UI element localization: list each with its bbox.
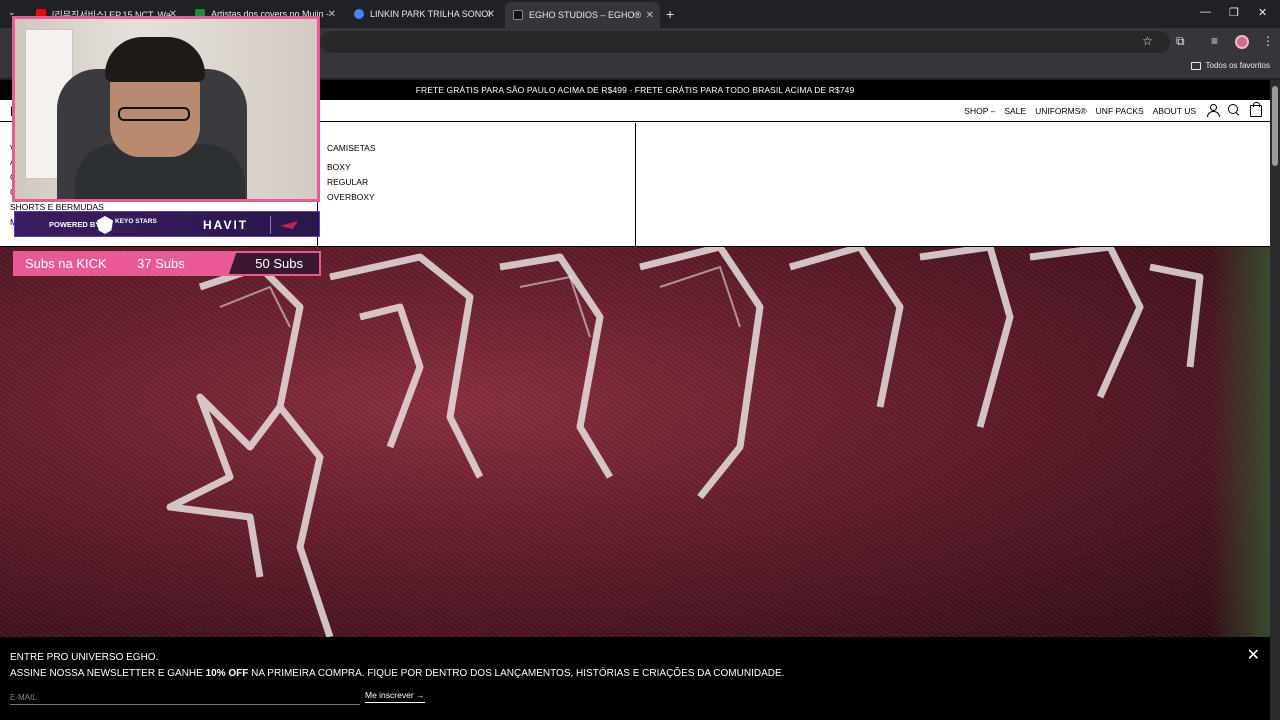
menu-icon[interactable]: ⋮ [1262,34,1274,48]
mega-menu-column-camisetas: CAMISETAS BOXY REGULAR OVERBOXY [318,123,636,247]
subs-current: 37 Subs [137,256,185,271]
media-control-icon[interactable]: ≡ [1211,34,1218,48]
hero-print-graphic [166,247,1204,639]
menu-item-boxy[interactable]: BOXY [327,162,351,172]
main-nav: SHOP – SALE UNIFORMS® UNF PACKS ABOUT US [964,106,1196,116]
newsletter-discount: 10% OFF [205,668,249,679]
havit-logo: HAVIT [203,218,249,232]
nav-shop[interactable]: SHOP – [964,106,995,116]
nav-uniforms[interactable]: UNIFORMS® [1035,106,1087,116]
newsletter-title: ENTRE PRO UNIVERSO EGHO. [10,652,159,663]
nav-about-us[interactable]: ABOUT US [1153,106,1196,116]
cart-icon[interactable] [1250,102,1262,117]
all-bookmarks-button[interactable]: Todos os favoritos [1190,61,1270,70]
account-icon[interactable] [1207,104,1220,117]
close-tab-icon[interactable]: ✕ [646,10,654,21]
chrome-icon [354,9,364,19]
browser-tab-3[interactable]: LINKIN PARK TRILHA SONORA ✕ [346,4,501,24]
nav-sale[interactable]: SALE [1004,106,1026,116]
webcam-overlay [12,16,320,202]
extensions-icon[interactable]: ⧉ [1176,34,1185,49]
subs-label: Subs na KICK [25,256,107,271]
menu-heading-camisetas[interactable]: CAMISETAS [327,143,376,153]
newsletter-subtitle: ASSINE NOSSA NEWSLETTER E GANHE 10% OFF … [10,668,784,679]
menu-item-overboxy[interactable]: OVERBOXY [327,192,375,202]
search-icon[interactable] [1228,104,1240,116]
address-bar[interactable] [320,31,1170,53]
newsletter-email-input[interactable] [10,690,360,705]
browser-tab-4-active[interactable]: EGHO STUDIOS – EGHO® ✕ [505,2,660,28]
egho-icon [513,10,523,20]
all-bookmarks-label: Todos os favoritos [1205,61,1270,70]
newsletter-popup: ENTRE PRO UNIVERSO EGHO. ASSINE NOSSA NE… [0,637,1270,720]
folder-icon [1190,61,1201,70]
newsletter-sub-prefix: ASSINE NOSSA NEWSLETTER E GANHE [10,668,206,679]
mega-menu-column-empty [636,123,1270,247]
bookmark-star-icon[interactable]: ☆ [1142,34,1153,48]
menu-item-regular[interactable]: REGULAR [327,177,368,187]
sponsor-mark-icon [280,221,298,229]
newsletter-sub-suffix: NA PRIMEIRA COMPRA. FIQUE POR DENTRO DOS… [248,668,785,679]
hero-image [0,247,1270,640]
subs-goal-widget: Subs na KICK 37 Subs 50 Subs [13,251,321,276]
subscribe-button[interactable]: Me inscrever → [365,690,425,703]
keyo-stars-label: KEYO STARS [115,218,157,225]
page-scrollbar[interactable] [1270,80,1280,720]
sponsor-banner: POWERED BY KEYO STARS HAVIT [14,211,320,237]
new-tab-button[interactable]: + [666,6,674,22]
restore-icon[interactable]: ❐ [1229,6,1239,19]
tab-title: EGHO STUDIOS – EGHO® [529,10,642,20]
keyo-stars-logo-icon [97,216,113,234]
close-tab-icon[interactable]: ✕ [487,9,495,20]
tab-title: LINKIN PARK TRILHA SONORA [370,9,490,19]
minimize-icon[interactable]: — [1200,6,1211,18]
nav-unf-packs[interactable]: UNF PACKS [1096,106,1144,116]
sponsor-powered-label: POWERED BY [49,220,101,229]
close-icon[interactable]: ✕ [1247,645,1260,665]
header-icons [1207,102,1262,117]
close-window-icon[interactable]: ✕ [1258,6,1267,19]
profile-avatar[interactable] [1235,35,1249,49]
scrollbar-thumb[interactable] [1272,86,1278,166]
close-tab-icon[interactable]: ✕ [328,9,336,20]
subs-goal: 50 Subs [255,256,303,271]
